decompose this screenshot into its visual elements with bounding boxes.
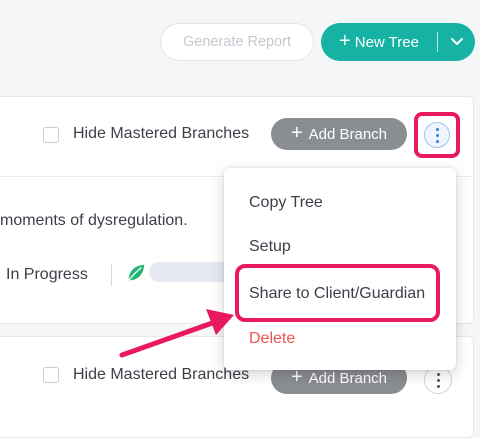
generate-report-label: Generate Report <box>182 34 291 50</box>
menu-item-copy-tree[interactable]: Copy Tree <box>249 194 323 212</box>
hide-mastered-label: Hide Mastered Branches <box>73 125 250 142</box>
plus-icon: + <box>339 30 351 52</box>
generate-report-button[interactable]: Generate Report <box>160 23 314 61</box>
leaf-icon <box>128 264 145 281</box>
status-divider <box>111 264 112 286</box>
plus-icon: + <box>290 122 303 144</box>
status-text: In Progress <box>6 266 88 283</box>
hide-mastered-checkbox[interactable] <box>43 127 59 143</box>
new-tree-label: New Tree <box>354 33 419 51</box>
add-branch-label: Add Branch <box>308 369 388 387</box>
chevron-down-icon <box>450 38 463 45</box>
more-options-icon[interactable] <box>424 366 452 394</box>
hide-mastered-label: Hide Mastered Branches <box>73 366 250 383</box>
more-options-icon[interactable] <box>424 122 450 148</box>
new-tree-button[interactable]: + New Tree <box>321 23 437 61</box>
add-branch-label: Add Branch <box>308 125 388 143</box>
new-tree-dropdown-toggle[interactable] <box>438 23 475 61</box>
hide-mastered-checkbox[interactable] <box>43 367 59 383</box>
tree-description: moments of dysregulation. <box>0 212 188 229</box>
menu-item-delete[interactable]: Delete <box>249 330 295 348</box>
pointer-arrow-icon <box>119 309 234 358</box>
menu-item-setup[interactable]: Setup <box>249 238 291 256</box>
share-highlight-box <box>235 264 440 322</box>
add-branch-button[interactable]: + Add Branch <box>271 118 407 150</box>
plus-icon: + <box>290 366 303 388</box>
new-tree-button-group[interactable]: + New Tree <box>321 23 475 61</box>
